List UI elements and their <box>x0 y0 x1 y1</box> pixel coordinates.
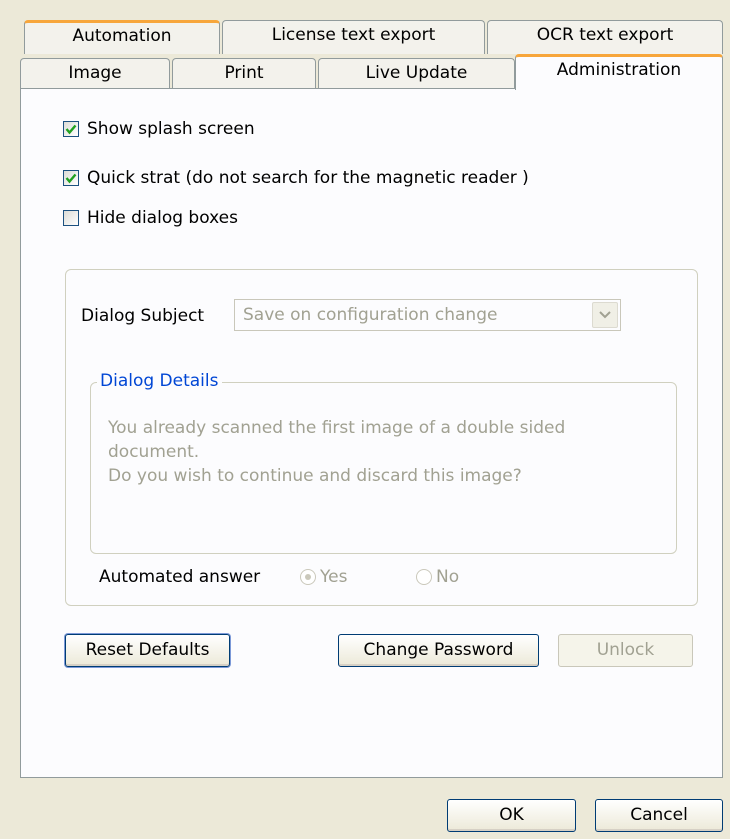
ok-label: OK <box>499 805 524 825</box>
chevron-down-icon[interactable] <box>592 302 618 328</box>
quick-start-checkbox[interactable] <box>63 170 79 186</box>
tab-label: Administration <box>556 60 682 80</box>
cancel-label: Cancel <box>630 805 688 825</box>
tab-label: Image <box>68 63 122 83</box>
ok-button[interactable]: OK <box>447 799 576 832</box>
tab-label: License text export <box>271 25 436 45</box>
hide-dialogs-label: Hide dialog boxes <box>87 208 238 228</box>
answer-yes-label: Yes <box>320 567 348 587</box>
answer-no-label: No <box>436 567 460 587</box>
administration-panel: Show splash screen Quick strat (do not s… <box>20 88 723 778</box>
quick-start-label: Quick strat (do not search for the magne… <box>87 168 529 188</box>
unlock-button[interactable]: Unlock <box>558 634 693 667</box>
hide-dialogs-checkbox[interactable] <box>63 210 79 226</box>
dialog-subject-label: Dialog Subject <box>81 306 205 326</box>
answer-no-radio[interactable]: No <box>416 567 459 587</box>
tab-image[interactable]: Image <box>20 58 170 89</box>
tab-label: OCR text export <box>536 25 674 45</box>
show-splash-checkbox[interactable] <box>63 121 79 137</box>
dialog-details-line: document. <box>108 442 200 462</box>
reset-defaults-label: Reset Defaults <box>85 640 210 660</box>
tab-license-text-export[interactable]: License text export <box>222 20 485 54</box>
tab-label: Print <box>224 63 264 83</box>
dialog-details-line: Do you wish to continue and discard this… <box>108 466 522 486</box>
reset-defaults-button[interactable]: Reset Defaults <box>65 634 230 667</box>
quick-start-option[interactable]: Quick strat (do not search for the magne… <box>63 168 529 188</box>
tab-ocr-text-export[interactable]: OCR text export <box>487 20 723 54</box>
answer-yes-radio[interactable]: Yes <box>300 567 347 587</box>
dialog-subject-select[interactable]: Save on configuration change <box>234 299 621 331</box>
change-password-button[interactable]: Change Password <box>338 634 539 667</box>
checkmark-icon <box>65 173 77 184</box>
radio-indicator <box>300 569 316 585</box>
dialog-details-legend: Dialog Details <box>97 371 222 391</box>
tab-administration[interactable]: Administration <box>515 54 723 90</box>
cancel-button[interactable]: Cancel <box>595 799 723 832</box>
dialog-subject-value: Save on configuration change <box>243 305 498 325</box>
tab-live-update[interactable]: Live Update <box>318 58 515 89</box>
tab-label: Live Update <box>365 63 468 83</box>
automated-answer-label: Automated answer <box>99 567 261 587</box>
tab-print[interactable]: Print <box>172 58 316 89</box>
show-splash-label: Show splash screen <box>87 119 255 139</box>
dialog-details-group: Dialog Details You already scanned the f… <box>90 371 677 554</box>
tab-automation[interactable]: Automation <box>24 20 220 54</box>
unlock-label: Unlock <box>596 640 655 660</box>
change-password-label: Change Password <box>363 640 514 660</box>
checkmark-icon <box>65 124 77 135</box>
radio-indicator <box>416 569 432 585</box>
dialog-settings-group: Dialog Subject Save on configuration cha… <box>65 269 698 606</box>
hide-dialogs-option[interactable]: Hide dialog boxes <box>63 208 238 228</box>
dialog-details-message: You already scanned the first image of a… <box>108 416 668 488</box>
dialog-details-line: You already scanned the first image of a… <box>108 418 566 438</box>
show-splash-option[interactable]: Show splash screen <box>63 119 255 139</box>
tab-label: Automation <box>72 26 172 46</box>
